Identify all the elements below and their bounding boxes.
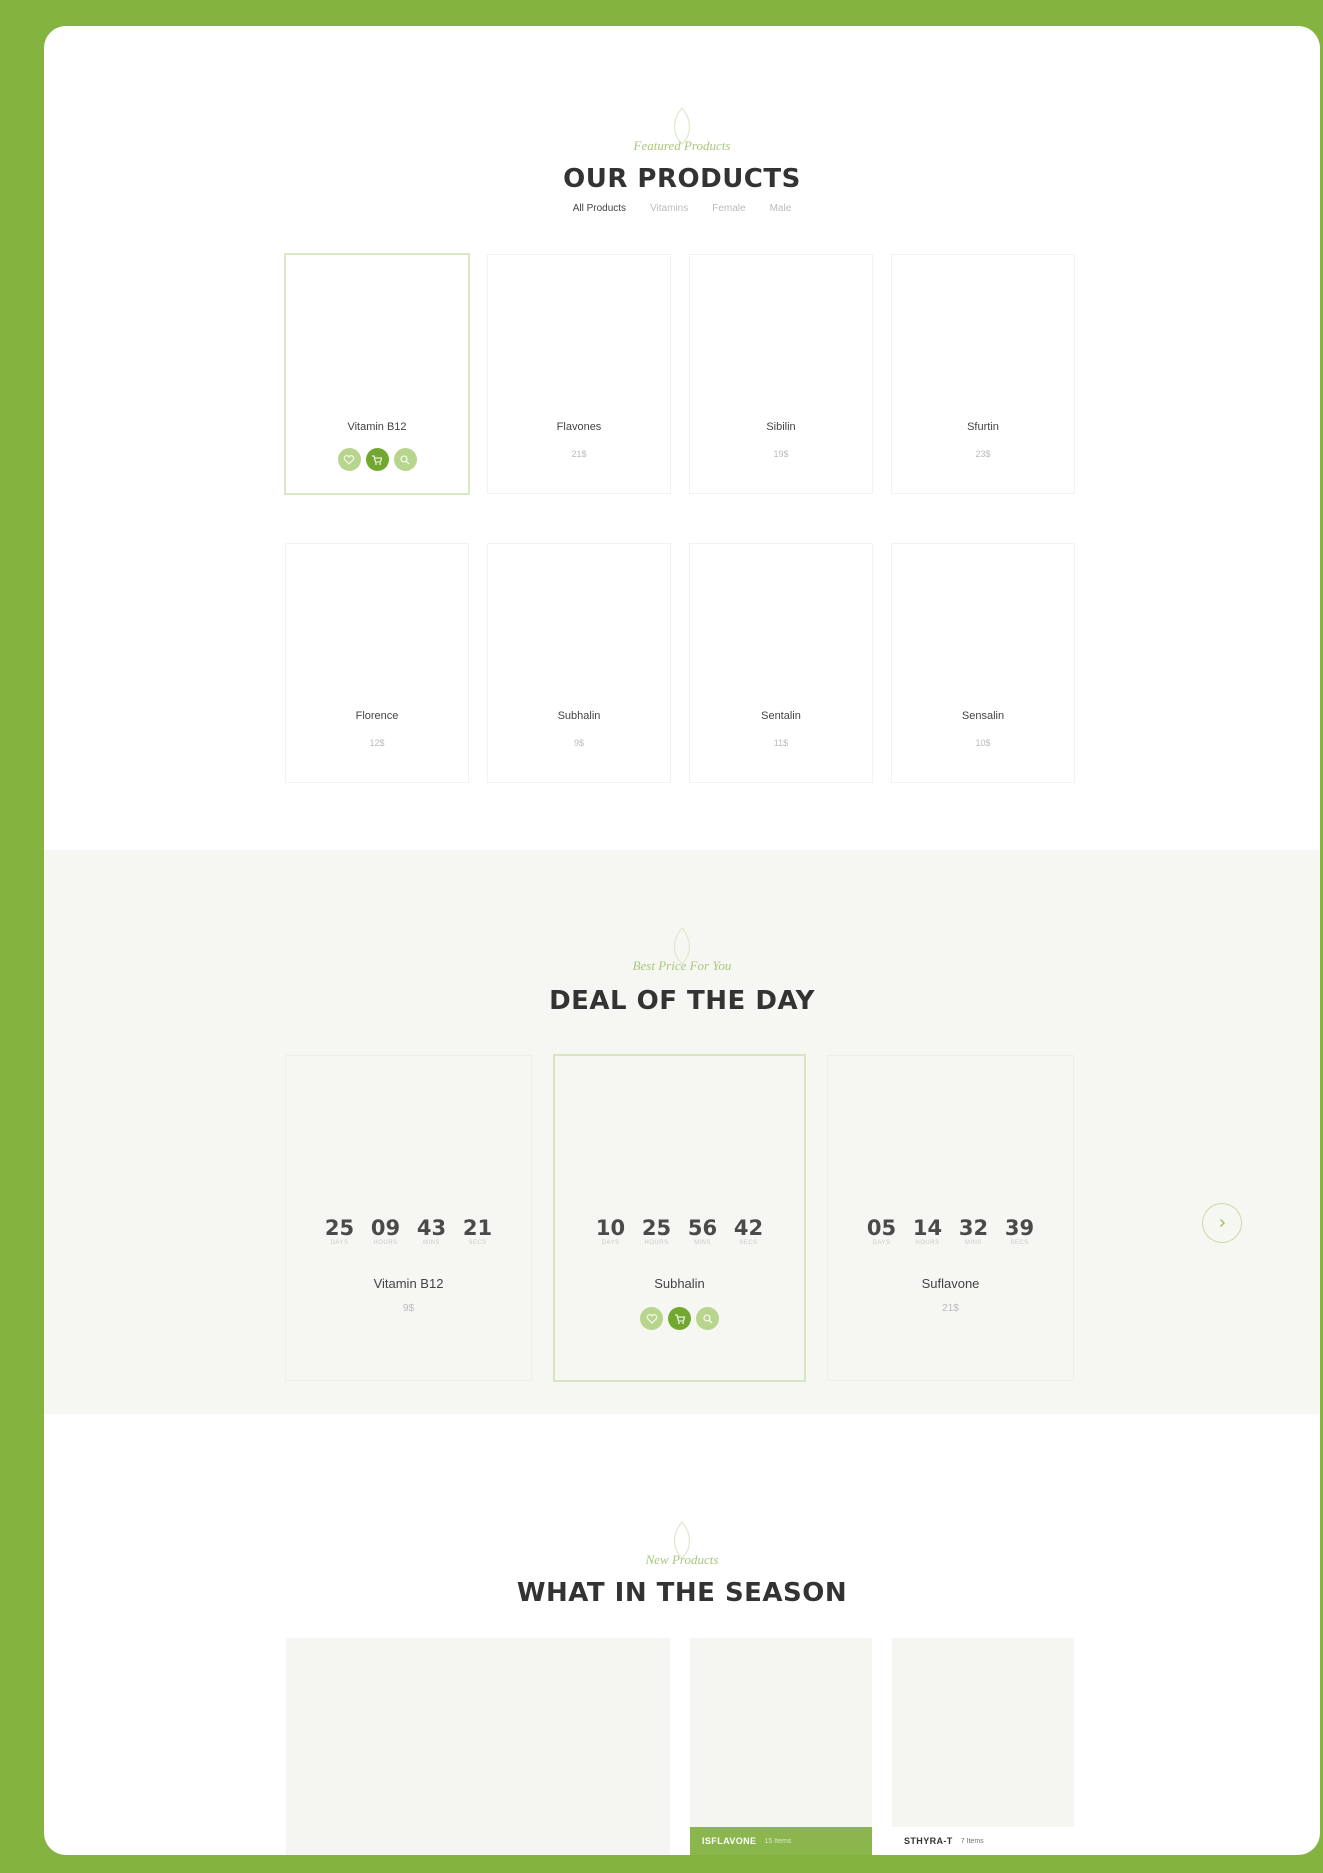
deal-product-price: 21$	[942, 1303, 959, 1314]
season-category-label: STHYRA-T 7 Items	[892, 1827, 1074, 1855]
countdown-hours: 09	[370, 1216, 401, 1240]
heart-icon	[646, 1313, 657, 1324]
countdown-hours: 25	[641, 1216, 672, 1240]
product-price: 21$	[571, 449, 587, 459]
countdown-label: SECS	[1010, 1240, 1029, 1246]
add-to-cart-button[interactable]	[365, 448, 389, 471]
countdown-secs: 21	[462, 1216, 493, 1240]
deal-product-name[interactable]: Suflavone	[828, 1276, 1073, 1291]
product-actions	[555, 1307, 804, 1330]
season-feature-image[interactable]	[286, 1638, 670, 1855]
page-frame: Featured Products OUR PRODUCTS All Produ…	[44, 26, 1320, 1855]
product-name[interactable]: Subhalin	[488, 710, 670, 722]
carousel-next-button[interactable]	[1202, 1203, 1242, 1243]
product-price: 12$	[369, 738, 385, 748]
product-name[interactable]: Sentalin	[690, 710, 872, 722]
deal-card[interactable]: 10 DAYS 25 HOURS 56 MINS 42 SECS Subhalin	[555, 1056, 804, 1380]
product-card[interactable]: Vitamin B12	[286, 255, 468, 493]
deal-card[interactable]: 25 DAYS 09 HOURS 43 MINS 21 SECS Vitamin B12…	[286, 1056, 531, 1380]
product-card[interactable]: Sfurtin 23$	[892, 255, 1074, 493]
season-category-label: ISFLAVONE 15 Items	[690, 1827, 872, 1855]
product-name[interactable]: Flavones	[488, 421, 670, 433]
category-title[interactable]: STHYRA-T	[904, 1836, 953, 1846]
filter-all-products[interactable]: All Products	[573, 203, 626, 214]
featured-subtitle: Featured Products	[633, 138, 731, 153]
cart-icon	[372, 454, 383, 465]
product-price: 9$	[573, 738, 584, 748]
countdown-hours: 14	[912, 1216, 943, 1240]
countdown-label: HOURS	[373, 1240, 398, 1246]
product-card[interactable]: Sibilin 19$	[690, 255, 872, 493]
countdown-label: MINS	[423, 1240, 440, 1246]
countdown-mins: 32	[958, 1216, 989, 1240]
season-category-card[interactable]: STHYRA-T 7 Items	[892, 1638, 1074, 1855]
deal-product-name[interactable]: Subhalin	[555, 1276, 804, 1291]
search-icon	[400, 454, 410, 464]
deal-product-name[interactable]: Vitamin B12	[286, 1276, 531, 1291]
product-card[interactable]: Sentalin 11$	[690, 544, 872, 782]
product-name[interactable]: Vitamin B12	[286, 421, 468, 433]
featured-title: OUR PRODUCTS	[563, 164, 801, 194]
filter-male[interactable]: Male	[770, 203, 792, 214]
wishlist-button[interactable]	[337, 448, 361, 471]
product-name[interactable]: Florence	[286, 710, 468, 722]
filter-female[interactable]: Female	[712, 203, 745, 214]
quick-view-button[interactable]	[696, 1307, 719, 1330]
countdown-label: MINS	[694, 1240, 711, 1246]
deal-product-price: 9$	[402, 1303, 415, 1314]
filter-vitamins[interactable]: Vitamins	[650, 203, 688, 214]
product-price: 10$	[975, 738, 991, 748]
deal-card[interactable]: 05 DAYS 14 HOURS 32 MINS 39 SECS Suflavone 2…	[828, 1056, 1073, 1380]
product-filters: All Products Vitamins Female Male	[44, 203, 1320, 214]
wishlist-button[interactable]	[640, 1307, 663, 1330]
category-count: 7 Items	[960, 1837, 984, 1845]
countdown-timer: 10 DAYS 25 HOURS 56 MINS 42 SECS	[555, 1216, 804, 1246]
countdown-label: SECS	[468, 1240, 487, 1246]
product-price: 19$	[773, 449, 789, 459]
category-count: 15 Items	[764, 1837, 792, 1845]
countdown-label: SECS	[739, 1240, 758, 1246]
product-card[interactable]: Florence 12$	[286, 544, 468, 782]
quick-view-button[interactable]	[393, 448, 417, 471]
countdown-label: HOURS	[644, 1240, 669, 1246]
countdown-label: DAYS	[872, 1240, 891, 1246]
product-name[interactable]: Sibilin	[690, 421, 872, 433]
chevron-right-icon	[1220, 1219, 1225, 1227]
product-price: 11$	[773, 738, 789, 748]
category-title[interactable]: ISFLAVONE	[702, 1836, 756, 1846]
product-price: 23$	[975, 449, 991, 459]
countdown-timer: 25 DAYS 09 HOURS 43 MINS 21 SECS	[286, 1216, 531, 1246]
countdown-secs: 42	[733, 1216, 764, 1240]
search-icon	[702, 1313, 712, 1323]
product-actions	[286, 448, 468, 471]
heart-icon	[343, 454, 355, 465]
countdown-days: 05	[866, 1216, 897, 1240]
countdown-secs: 39	[1004, 1216, 1035, 1240]
countdown-label: HOURS	[915, 1240, 940, 1246]
product-card[interactable]: Flavones 21$	[488, 255, 670, 493]
countdown-days: 10	[595, 1216, 626, 1240]
countdown-days: 25	[324, 1216, 355, 1240]
product-card[interactable]: Subhalin 9$	[488, 544, 670, 782]
product-name[interactable]: Sfurtin	[892, 421, 1074, 433]
countdown-label: DAYS	[330, 1240, 349, 1246]
season-subtitle: New Products	[645, 1552, 719, 1567]
season-title: WHAT IN THE SEASON	[516, 1578, 848, 1608]
countdown-label: MINS	[965, 1240, 982, 1246]
product-card[interactable]: Sensalin 10$	[892, 544, 1074, 782]
cart-icon	[674, 1313, 685, 1324]
countdown-mins: 43	[416, 1216, 447, 1240]
product-name[interactable]: Sensalin	[892, 710, 1074, 722]
season-category-card[interactable]: ISFLAVONE 15 Items	[690, 1638, 872, 1855]
deal-title: DEAL OF THE DAY	[549, 986, 815, 1016]
countdown-label: DAYS	[601, 1240, 620, 1246]
deal-subtitle: Best Price For You	[632, 958, 732, 973]
add-to-cart-button[interactable]	[668, 1307, 691, 1330]
countdown-timer: 05 DAYS 14 HOURS 32 MINS 39 SECS	[828, 1216, 1073, 1246]
countdown-mins: 56	[687, 1216, 718, 1240]
